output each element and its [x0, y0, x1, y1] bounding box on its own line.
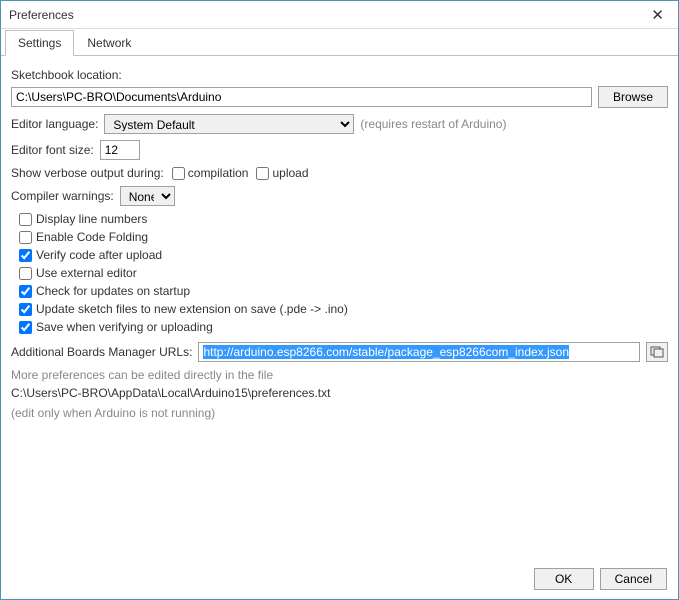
verify-after-upload-checkbox[interactable] — [19, 249, 32, 262]
save-verify-upload-checkbox[interactable] — [19, 321, 32, 334]
sketchbook-path-input[interactable] — [11, 87, 592, 107]
update-sketch-ext-checkbox[interactable] — [19, 303, 32, 316]
tab-network[interactable]: Network — [74, 30, 144, 56]
upload-label: upload — [272, 166, 308, 180]
enable-code-folding-label: Enable Code Folding — [36, 230, 148, 244]
cancel-button[interactable]: Cancel — [600, 568, 667, 590]
warnings-label: Compiler warnings: — [11, 189, 114, 203]
browse-button[interactable]: Browse — [598, 86, 668, 108]
tabs: Settings Network — [1, 29, 678, 56]
compilation-label: compilation — [188, 166, 249, 180]
fontsize-input[interactable] — [100, 140, 140, 160]
ok-button[interactable]: OK — [534, 568, 594, 590]
footer: OK Cancel — [534, 568, 667, 590]
save-verify-upload-label: Save when verifying or uploading — [36, 320, 213, 334]
warnings-select[interactable]: None — [120, 186, 175, 206]
content: Sketchbook location: Browse Editor langu… — [1, 56, 678, 432]
upload-checkbox[interactable] — [256, 167, 269, 180]
boards-url-input[interactable]: http://arduino.esp8266.com/stable/packag… — [198, 342, 640, 362]
boards-extra-button[interactable] — [646, 342, 668, 362]
update-sketch-ext-label: Update sketch files to new extension on … — [36, 302, 348, 316]
verify-after-upload-label: Verify code after upload — [36, 248, 162, 262]
fontsize-label: Editor font size: — [11, 143, 94, 157]
check-updates-checkbox[interactable] — [19, 285, 32, 298]
sketchbook-label: Sketchbook location: — [11, 68, 668, 82]
compilation-checkbox[interactable] — [172, 167, 185, 180]
display-line-numbers-label: Display line numbers — [36, 212, 147, 226]
language-label: Editor language: — [11, 117, 98, 131]
language-note: (requires restart of Arduino) — [360, 117, 506, 131]
more-prefs-note1: More preferences can be edited directly … — [11, 368, 668, 382]
more-prefs-note2: (edit only when Arduino is not running) — [11, 406, 668, 420]
check-updates-label: Check for updates on startup — [36, 284, 190, 298]
prefs-file-path: C:\Users\PC-BRO\AppData\Local\Arduino15\… — [11, 386, 668, 400]
window-icon — [650, 346, 664, 358]
window-title: Preferences — [9, 8, 645, 22]
boards-label: Additional Boards Manager URLs: — [11, 345, 192, 359]
external-editor-label: Use external editor — [36, 266, 137, 280]
external-editor-checkbox[interactable] — [19, 267, 32, 280]
titlebar: Preferences ✕ — [1, 1, 678, 29]
verbose-label: Show verbose output during: — [11, 166, 164, 180]
display-line-numbers-checkbox[interactable] — [19, 213, 32, 226]
language-select[interactable]: System Default — [104, 114, 354, 134]
close-icon[interactable]: ✕ — [645, 4, 670, 26]
tab-settings[interactable]: Settings — [5, 30, 74, 56]
enable-code-folding-checkbox[interactable] — [19, 231, 32, 244]
